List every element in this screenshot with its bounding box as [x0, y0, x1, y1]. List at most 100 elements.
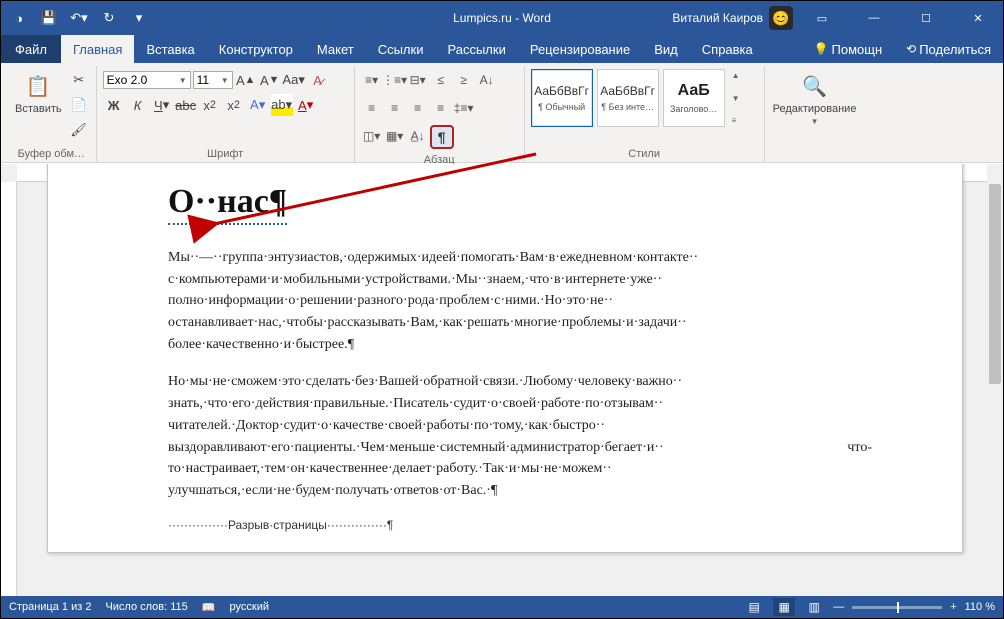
indent-dec-icon[interactable]: ≤: [430, 69, 452, 91]
scroll-thumb[interactable]: [989, 184, 1001, 384]
tab-file[interactable]: Файл: [1, 35, 61, 63]
superscript-icon[interactable]: x2: [223, 94, 245, 116]
ribbon: 📋 Вставить ✂ 📄 🖌 Буфер обм… Exo 2.0▼ 11▼…: [1, 63, 1003, 163]
autosave-icon[interactable]: ◑: [5, 4, 33, 32]
style-preview: АаБ: [678, 82, 710, 100]
group-paragraph: ≡▾ ⋮≡▾ ⊟▾ ≤ ≥ A↓ ≡ ≡ ≡ ≡ ‡≡▾ ◫▾ ▦▾ A̲↓ ¶…: [355, 66, 525, 162]
view-read-icon[interactable]: ▤: [743, 598, 765, 616]
undo-icon[interactable]: ↶▾: [65, 4, 93, 32]
font-size-value: 11: [197, 73, 209, 87]
status-words[interactable]: Число слов: 115: [105, 601, 187, 613]
styles-nav: ▲ ▼ ≡: [729, 69, 743, 127]
numbering-icon[interactable]: ⋮≡▾: [384, 69, 406, 91]
group-font: Exo 2.0▼ 11▼ A▲ A▼ Aa▾ A̷ Ж К Ч▾ abc x2 …: [97, 66, 355, 162]
cut-icon[interactable]: ✂: [68, 69, 90, 91]
close-icon[interactable]: ✕: [955, 1, 1001, 35]
font-size-select[interactable]: 11▼: [193, 71, 233, 89]
change-case-icon[interactable]: Aa▾: [283, 69, 305, 91]
justify-icon[interactable]: ≡: [430, 97, 452, 119]
style-normal[interactable]: АаБбВвГг ¶ Обычный: [531, 69, 593, 127]
qat-more-icon[interactable]: ▾: [125, 4, 153, 32]
shrink-font-icon[interactable]: A▼: [259, 69, 281, 91]
window-title: Lumpics.ru - Word: [453, 11, 551, 25]
style-preview: АаБбВвГг: [534, 84, 589, 98]
indent-inc-icon[interactable]: ≥: [453, 69, 475, 91]
page[interactable]: О··нас¶ Мы··—··группа·энтузиастов,·одерж…: [47, 164, 963, 553]
view-print-icon[interactable]: ▦: [773, 598, 795, 616]
copy-icon[interactable]: 📄: [68, 94, 90, 116]
shading-icon[interactable]: ◫▾: [361, 125, 383, 147]
zoom-in-icon[interactable]: +: [950, 601, 956, 613]
paste-button[interactable]: 📋 Вставить: [13, 69, 64, 117]
spellcheck-icon[interactable]: 📖: [202, 601, 216, 614]
find-icon: 🔍: [800, 71, 830, 101]
scrollbar-vertical[interactable]: [987, 164, 1003, 596]
ribbon-options-icon[interactable]: ▭: [799, 1, 845, 35]
tab-home[interactable]: Главная: [61, 35, 134, 63]
font-label: Шрифт: [103, 146, 348, 162]
font-color-icon[interactable]: A▾: [295, 94, 317, 116]
align-right-icon[interactable]: ≡: [407, 97, 429, 119]
underline-icon[interactable]: Ч▾: [151, 94, 173, 116]
zoom-out-icon[interactable]: —: [833, 601, 844, 613]
paste-icon: 📋: [23, 71, 53, 101]
sort-icon[interactable]: A↓: [476, 69, 498, 91]
doc-paragraph[interactable]: Но·мы·не·сможем·это·сделать·без·Вашей·об…: [168, 371, 872, 501]
tab-layout[interactable]: Макет: [305, 35, 366, 63]
style-heading1[interactable]: АаБ Заголово…: [663, 69, 725, 127]
group-clipboard: 📋 Вставить ✂ 📄 🖌 Буфер обм…: [7, 66, 97, 162]
highlight-icon[interactable]: ab▾: [271, 94, 293, 116]
text-effects-icon[interactable]: A▾: [247, 94, 269, 116]
doc-paragraph[interactable]: Мы··—··группа·энтузиастов,·одержимых·иде…: [168, 247, 872, 355]
status-page[interactable]: Страница 1 из 2: [9, 601, 91, 613]
tab-share[interactable]: ⟲Поделиться: [894, 42, 1003, 57]
status-lang[interactable]: русский: [230, 601, 269, 613]
tab-insert[interactable]: Вставка: [134, 35, 206, 63]
grow-font-icon[interactable]: A▲: [235, 69, 257, 91]
avatar[interactable]: 😊: [769, 6, 793, 30]
titlebar: ◑ 💾 ↶▾ ↻ ▾ Lumpics.ru - Word Виталий Каи…: [1, 1, 1003, 35]
redo-icon[interactable]: ↻: [95, 4, 123, 32]
align-left-icon[interactable]: ≡: [361, 97, 383, 119]
line-spacing-icon[interactable]: ‡≡▾: [453, 97, 475, 119]
tab-help[interactable]: Справка: [690, 35, 765, 63]
borders-icon[interactable]: ▦▾: [384, 125, 406, 147]
show-hide-pilcrow-icon[interactable]: ¶: [430, 125, 454, 149]
clear-format-icon[interactable]: A̷: [307, 69, 329, 91]
format-painter-icon[interactable]: 🖌: [68, 119, 90, 141]
zoom-value[interactable]: 110 %: [965, 601, 995, 613]
multilevel-icon[interactable]: ⊟▾: [407, 69, 429, 91]
minimize-icon[interactable]: —: [851, 1, 897, 35]
italic-icon[interactable]: К: [127, 94, 149, 116]
save-icon[interactable]: 💾: [35, 4, 63, 32]
tab-review[interactable]: Рецензирование: [518, 35, 642, 63]
sort2-icon[interactable]: A̲↓: [407, 125, 429, 147]
assist-label: Помощн: [832, 42, 883, 57]
styles-down-icon[interactable]: ▼: [729, 94, 743, 103]
zoom-slider[interactable]: [852, 606, 942, 609]
doc-heading[interactable]: О··нас¶: [168, 183, 287, 225]
strike-icon[interactable]: abc: [175, 94, 197, 116]
view-web-icon[interactable]: ▥: [803, 598, 825, 616]
user-name[interactable]: Виталий Каиров: [672, 11, 763, 25]
tab-mail[interactable]: Рассылки: [435, 35, 517, 63]
font-name-select[interactable]: Exo 2.0▼: [103, 71, 191, 89]
styles-more-icon[interactable]: ≡: [729, 116, 743, 125]
tab-design[interactable]: Конструктор: [207, 35, 305, 63]
bold-icon[interactable]: Ж: [103, 94, 125, 116]
subscript-icon[interactable]: x2: [199, 94, 221, 116]
maximize-icon[interactable]: ☐: [903, 1, 949, 35]
page-break: ···············Разрыв·страницы··········…: [168, 518, 872, 532]
tab-refs[interactable]: Ссылки: [366, 35, 436, 63]
ruler-vertical[interactable]: [1, 182, 17, 596]
align-center-icon[interactable]: ≡: [384, 97, 406, 119]
editing-button[interactable]: 🔍 Редактирование ▼: [771, 69, 859, 128]
tab-view[interactable]: Вид: [642, 35, 690, 63]
bullets-icon[interactable]: ≡▾: [361, 69, 383, 91]
style-nospace-label: ¶ Без инте…: [601, 102, 654, 112]
styles-up-icon[interactable]: ▲: [729, 71, 743, 80]
paste-label: Вставить: [15, 103, 62, 115]
group-editing: 🔍 Редактирование ▼: [765, 66, 865, 162]
style-nospace[interactable]: АаБбВвГг ¶ Без инте…: [597, 69, 659, 127]
tab-assist[interactable]: 💡Помощн: [802, 42, 895, 57]
